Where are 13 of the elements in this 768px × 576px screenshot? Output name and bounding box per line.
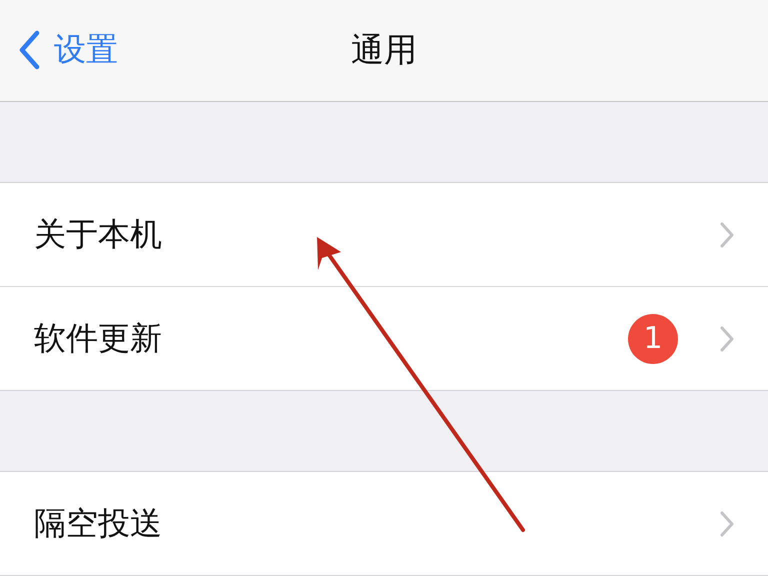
page-title: 通用 xyxy=(351,29,417,71)
back-button[interactable]: 设置 xyxy=(18,28,118,72)
settings-row[interactable]: 关于本机 xyxy=(0,183,768,286)
notification-badge: 1 xyxy=(628,314,678,364)
settings-row[interactable]: 软件更新 1 xyxy=(0,286,768,390)
chevron-icon xyxy=(720,222,734,248)
row-label: 关于本机 xyxy=(34,214,163,254)
row-label: 隔空投送 xyxy=(34,502,163,544)
settings-row[interactable]: 隔空投送 xyxy=(0,472,768,575)
chevron-icon xyxy=(720,326,734,352)
back-chevron-icon xyxy=(18,30,40,70)
chevron-icon xyxy=(720,510,734,536)
row-label: 软件更新 xyxy=(34,318,163,358)
